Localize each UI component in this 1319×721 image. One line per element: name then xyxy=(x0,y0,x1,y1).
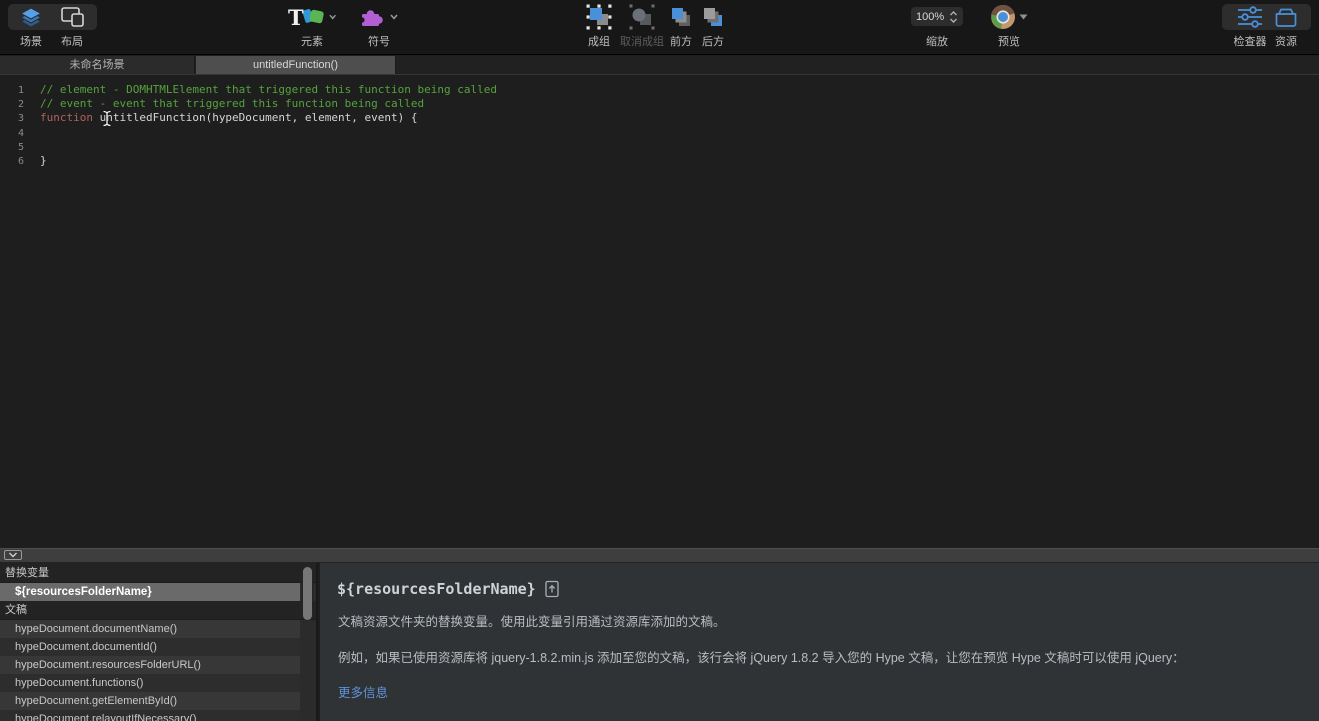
list-item[interactable]: hypeDocument.relayoutIfNecessary() xyxy=(0,710,300,721)
line-number: 6 xyxy=(0,155,24,169)
scenes-label: 场景 xyxy=(9,33,53,49)
line-number: 1 xyxy=(0,84,24,98)
list-item[interactable]: hypeDocument.functions() xyxy=(0,674,300,692)
scenes-button[interactable]: 场景 xyxy=(9,4,53,49)
collapse-panel-button[interactable] xyxy=(4,550,22,560)
tab-untitled-scene[interactable]: 未命名场景 xyxy=(0,56,195,74)
hype-window: { "toolbar": { "scenes": "场景", "layouts"… xyxy=(0,0,1319,721)
code-line: 3 function untitledFunction(hypeDocument,… xyxy=(0,111,1319,125)
code-line: 1 // element - DOMHTMLElement that trigge… xyxy=(0,83,1319,97)
variables-sidebar: 替换变量 ${resourcesFolderName} 文稿 hypeDocum… xyxy=(0,563,318,721)
panel-splitter[interactable] xyxy=(0,548,1319,563)
list-item[interactable]: hypeDocument.documentId() xyxy=(0,638,300,656)
layouts-label: 布局 xyxy=(50,33,94,49)
list-item[interactable]: hypeDocument.documentName() xyxy=(0,620,300,638)
resources-button[interactable]: 资源 xyxy=(1266,4,1306,49)
symbols-button[interactable]: 符号 xyxy=(357,4,401,49)
chevron-down-icon xyxy=(390,14,398,20)
tab-untitled-function[interactable]: untitledFunction() xyxy=(196,56,396,74)
zoom-label: 缩放 xyxy=(911,33,963,49)
tab-bar: 未命名场景 untitledFunction() xyxy=(0,56,1319,74)
line-number: 5 xyxy=(0,141,24,155)
code-line: 2 // event - event that triggered this fu… xyxy=(0,97,1319,111)
dropdown-triangle-icon xyxy=(1019,14,1028,20)
resources-box-icon xyxy=(1266,4,1306,30)
elements-button[interactable]: T 元素 xyxy=(288,4,336,49)
elements-icon: T xyxy=(288,4,336,30)
line-number: 3 xyxy=(0,112,24,126)
symbols-label: 符号 xyxy=(357,33,401,49)
send-back-label: 后方 xyxy=(692,33,734,49)
send-back-icon xyxy=(692,4,734,30)
text-cursor-icon xyxy=(102,110,112,127)
main-toolbar: 场景 布局 T 元素 xyxy=(0,0,1319,55)
layouts-icon xyxy=(50,4,94,30)
scenes-layers-icon xyxy=(9,4,53,30)
detail-description: 文稿资源文件夹的替换变量。使用此变量引用通过资源库添加的文稿。 xyxy=(338,614,1289,631)
layouts-button[interactable]: 布局 xyxy=(50,4,94,49)
list-item[interactable]: hypeDocument.getElementById() xyxy=(0,692,300,710)
detail-title-row: ${resourcesFolderName} xyxy=(337,580,560,598)
preview-label: 预览 xyxy=(985,33,1033,49)
code-lines: 1 // element - DOMHTMLElement that trigge… xyxy=(0,83,1319,168)
line-number: 2 xyxy=(0,98,24,112)
symbols-puzzle-icon xyxy=(357,4,401,30)
list-item[interactable]: hypeDocument.resourcesFolderURL() xyxy=(0,656,300,674)
line-number: 4 xyxy=(0,127,24,141)
send-back-button[interactable]: 后方 xyxy=(692,4,734,49)
detail-example: 例如，如果已使用资源库将 jquery-1.8.2.min.js 添加至您的文稿… xyxy=(338,650,1289,667)
list-item-selected[interactable]: ${resourcesFolderName} xyxy=(0,583,300,601)
code-text: function untitledFunction(hypeDocument, … xyxy=(40,111,418,124)
section-header-document: 文稿 xyxy=(0,601,316,620)
zoom-value: 100% xyxy=(916,11,944,23)
text-tool-glyph: T xyxy=(288,7,304,28)
chevron-down-icon xyxy=(329,14,336,20)
detail-panel: ${resourcesFolderName} 文稿资源文件夹的替换变量。使用此变… xyxy=(320,563,1319,721)
detail-title: ${resourcesFolderName} xyxy=(337,580,536,598)
code-text: } xyxy=(40,154,47,167)
sidebar-list: hypeDocument.documentName()hypeDocument.… xyxy=(0,620,316,721)
code-line: 5 xyxy=(0,140,1319,154)
reference-panel: 替换变量 ${resourcesFolderName} 文稿 hypeDocum… xyxy=(0,563,1319,721)
code-text: // event - event that triggered this fun… xyxy=(40,97,424,110)
code-line: 6} xyxy=(0,154,1319,168)
preview-browser-icon xyxy=(985,4,1033,30)
sidebar-scrollbar-thumb[interactable] xyxy=(302,566,313,621)
more-info-link[interactable]: 更多信息 xyxy=(338,682,388,701)
stepper-arrows-icon xyxy=(949,11,958,23)
zoom-stepper[interactable]: 100% xyxy=(911,7,963,26)
insert-document-icon[interactable] xyxy=(545,580,560,598)
collapse-chevron-icon xyxy=(8,552,18,558)
elements-label: 元素 xyxy=(288,33,336,49)
section-header-variables: 替换变量 xyxy=(0,563,316,583)
code-editor[interactable]: 1 // element - DOMHTMLElement that trigge… xyxy=(0,74,1319,548)
resources-label: 资源 xyxy=(1266,33,1306,49)
code-line: 4 xyxy=(0,126,1319,140)
code-text: // element - DOMHTMLElement that trigger… xyxy=(40,83,497,96)
preview-button[interactable]: 预览 xyxy=(985,4,1033,49)
